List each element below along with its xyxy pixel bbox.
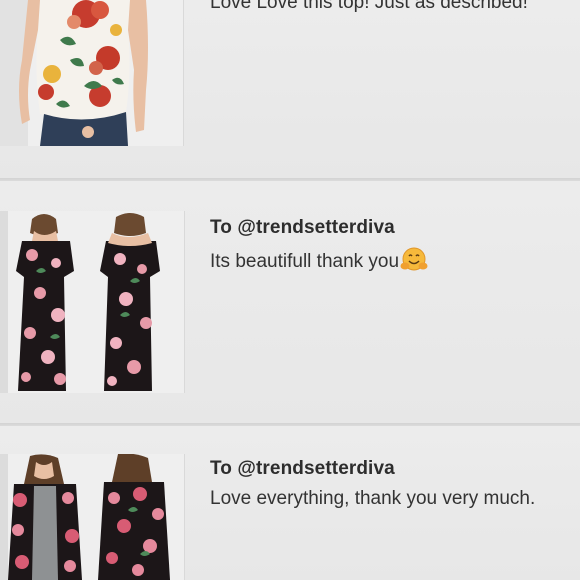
review-message: Love everything, thank you very much.	[210, 488, 536, 509]
product-photo-floral-top[interactable]	[0, 0, 184, 146]
hugging-face-icon	[400, 247, 428, 277]
floral-jumpsuit-image	[0, 211, 184, 393]
review-text: Love Love this top! Just as described!	[210, 0, 570, 14]
review-recipient[interactable]: To @trendsetterdiva	[210, 217, 570, 239]
floral-top-image	[0, 0, 183, 146]
review-message: Its beautifull thank you	[210, 247, 570, 277]
review-text: To @trendsetterdiva Its beautifull thank…	[210, 217, 570, 277]
review-item: Love Love this top! Just as described!	[0, 0, 580, 178]
product-photo-floral-jumpsuit[interactable]	[0, 211, 185, 393]
review-item: To @trendsetterdiva Love everything, tha…	[0, 426, 580, 580]
review-text: To @trendsetterdiva Love everything, tha…	[210, 458, 570, 510]
review-message: Love Love this top! Just as described!	[210, 0, 528, 13]
review-feed: Love Love this top! Just as described! T…	[0, 0, 580, 580]
floral-kimono-image	[0, 454, 184, 580]
review-message-text: Its beautifull thank you	[210, 251, 400, 272]
review-item: To @trendsetterdiva Its beautifull thank…	[0, 181, 580, 423]
product-photo-floral-kimono[interactable]	[0, 454, 185, 580]
review-recipient[interactable]: To @trendsetterdiva	[210, 458, 570, 480]
